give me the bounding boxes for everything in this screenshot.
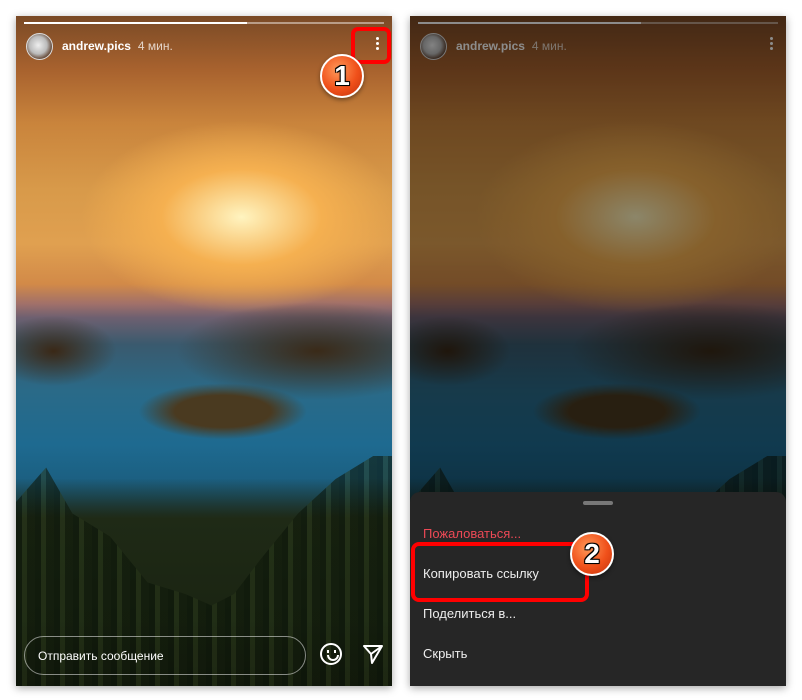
- story-footer: Отправить сообщение: [16, 626, 392, 686]
- avatar[interactable]: [26, 32, 53, 60]
- story-header: andrew.pics 4 мин.: [26, 32, 382, 60]
- step-badge-2: 2: [570, 532, 614, 576]
- highlight-copy-link: [411, 542, 589, 602]
- menu-item-report[interactable]: Пожаловаться...: [423, 526, 521, 541]
- story-screen: andrew.pics 4 мин. Отправить сообщение: [16, 16, 392, 686]
- message-placeholder: Отправить сообщение: [38, 648, 164, 663]
- story-image: [16, 16, 392, 686]
- emoji-icon[interactable]: [320, 643, 342, 665]
- username[interactable]: andrew.pics: [62, 39, 131, 53]
- post-time: 4 мин.: [137, 39, 173, 53]
- sheet-drag-handle[interactable]: [583, 501, 613, 505]
- highlight-more-options: [351, 27, 391, 64]
- send-icon[interactable]: [362, 643, 384, 665]
- menu-item-share[interactable]: Поделиться в...: [423, 606, 516, 621]
- send-message-input[interactable]: Отправить сообщение: [24, 636, 306, 675]
- menu-item-hide[interactable]: Скрыть: [423, 646, 467, 661]
- story-progress-bar: [24, 22, 384, 24]
- step-badge-1: 1: [320, 54, 364, 98]
